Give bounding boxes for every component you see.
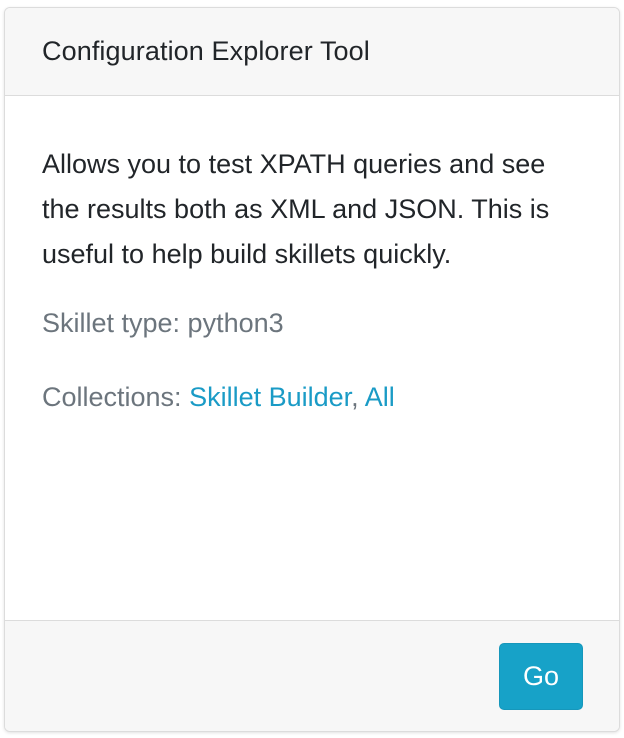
collections-separator: , [351, 382, 365, 412]
go-button[interactable]: Go [499, 643, 583, 710]
card-footer: Go [5, 620, 619, 731]
skillet-type: Skillet type: python3 [42, 308, 284, 338]
collection-link-skillet-builder[interactable]: Skillet Builder [189, 382, 351, 412]
collections-label: Collections: [42, 382, 190, 412]
card-header: Configuration Explorer Tool [5, 8, 619, 96]
card-description: Allows you to test XPATH queries and see… [42, 149, 550, 269]
skillet-card: Configuration Explorer Tool Allows you t… [4, 7, 620, 732]
collections-line: Collections: Skillet Builder, All [42, 380, 582, 414]
card-body: Allows you to test XPATH queries and see… [42, 142, 582, 414]
card-title: Configuration Explorer Tool [42, 36, 370, 66]
collection-link-all[interactable]: All [365, 382, 395, 412]
